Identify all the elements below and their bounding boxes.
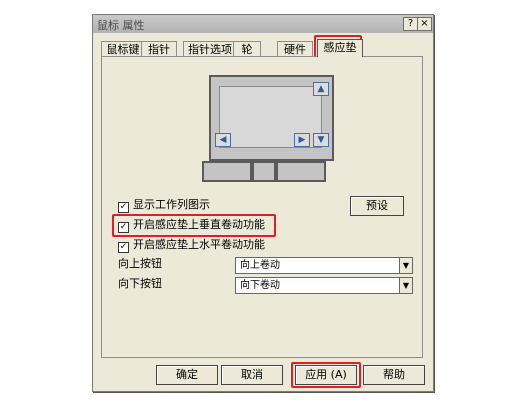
vertical-scroll-highlight-box: [112, 214, 276, 237]
touchpad-middle-button: [252, 161, 276, 182]
chevron-down-icon[interactable]: ▼: [399, 258, 412, 273]
scroll-left-icon: ◀: [215, 133, 231, 147]
checkbox-horizontal-scroll[interactable]: ✓: [118, 242, 129, 253]
tab-buttons[interactable]: 鼠标键: [101, 41, 145, 57]
scroll-up-icon: ▲: [313, 82, 329, 96]
up-button-select[interactable]: 向上卷动 ▼: [235, 257, 413, 274]
cancel-button[interactable]: 取消: [221, 365, 283, 385]
up-button-label: 向上按钮: [118, 257, 162, 270]
down-button-value: 向下卷动: [240, 280, 280, 291]
touchpad-panel: ▲ ◀ ▶ ▼ ✓ 显示工作列图示 预设 ✓ 开启感应垫上垂直卷动功能 ✓ 开启感应垫…: [101, 56, 423, 358]
horizontal-scroll-label: 开启感应垫上水平卷动功能: [133, 238, 265, 251]
checkbox-show-tray-icon[interactable]: ✓: [118, 202, 129, 213]
down-button-select[interactable]: 向下卷动 ▼: [235, 277, 413, 294]
scroll-down-icon: ▼: [313, 133, 329, 147]
apply-highlight-box: [291, 362, 361, 388]
scroll-right-icon: ▶: [294, 133, 310, 147]
chevron-down-icon[interactable]: ▼: [399, 278, 412, 293]
ok-button[interactable]: 确定: [156, 365, 218, 385]
touchpad-right-button: [276, 161, 326, 182]
down-button-label: 向下按钮: [118, 277, 162, 290]
option-show-tray-icon[interactable]: ✓ 显示工作列图示: [118, 197, 210, 213]
tab-touchpad[interactable]: 感应垫: [317, 39, 363, 57]
up-button-value: 向上卷动: [240, 260, 280, 271]
help-footer-button[interactable]: 帮助: [363, 365, 425, 385]
mouse-properties-dialog: 鼠标 属性 ? × 鼠标键 指针 指针选项 轮 硬件 感应垫 ▲ ◀ ▶ ▼ ✓…: [92, 14, 434, 392]
tab-hardware[interactable]: 硬件: [277, 41, 313, 57]
close-button[interactable]: ×: [417, 17, 432, 31]
help-button[interactable]: ?: [403, 17, 418, 31]
preset-button[interactable]: 预设: [350, 196, 404, 216]
window-title: 鼠标 属性: [97, 19, 145, 32]
touchpad-illustration: ▲ ◀ ▶ ▼: [209, 75, 334, 161]
show-tray-icon-label: 显示工作列图示: [133, 198, 210, 211]
touchpad-left-button: [202, 161, 252, 182]
option-horizontal-scroll[interactable]: ✓ 开启感应垫上水平卷动功能: [118, 237, 265, 253]
tab-wheel[interactable]: 轮: [233, 41, 261, 57]
tab-pointer-options[interactable]: 指针选项: [183, 41, 237, 57]
tab-pointers[interactable]: 指针: [141, 41, 177, 57]
title-bar[interactable]: 鼠标 属性 ? ×: [93, 15, 433, 33]
